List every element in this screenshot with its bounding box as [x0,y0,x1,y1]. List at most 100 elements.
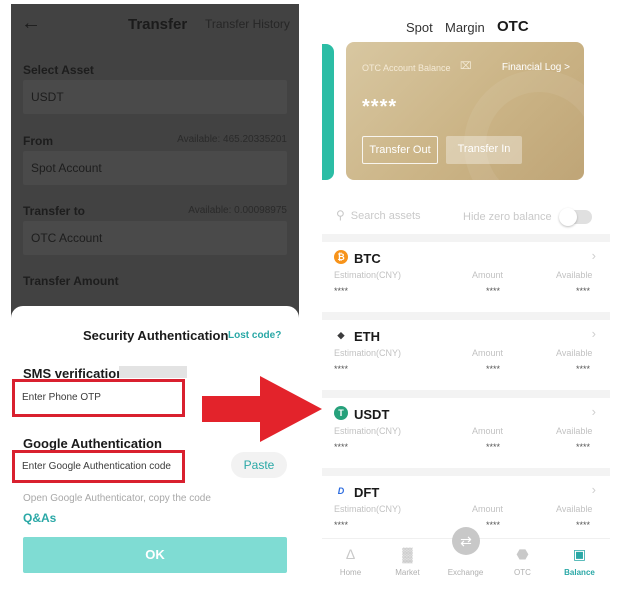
account-tabs: Spot Margin OTC [322,18,610,42]
balance-screen: Spot Margin OTC OTC Account Balance ⌧ Fi… [322,4,610,582]
balance-value: **** [362,96,398,118]
dft-icon: D [334,484,348,498]
divider [322,468,610,476]
tab-otc[interactable]: OTC [497,18,529,35]
asset-name: DFT [354,485,380,500]
asset-name: ETH [354,329,380,344]
bitcoin-icon: ₿ [334,250,348,264]
transfer-out-button[interactable]: Transfer Out [362,136,438,164]
ethereum-icon: ◆ [334,328,348,342]
asset-select[interactable]: USDT [23,80,287,114]
sms-otp-placeholder: Enter Phone OTP [22,392,101,403]
back-arrow-icon[interactable]: ← [21,13,41,33]
to-account-value: OTC Account [31,231,103,245]
divider [322,312,610,320]
financial-log-link[interactable]: Financial Log > [502,62,570,73]
available-label: Available [556,270,593,280]
available-value: **** [576,364,591,374]
chevron-right-icon: › [591,482,596,497]
google-code-input[interactable]: Enter Google Authentication code [12,450,185,483]
hide-zero-toggle[interactable] [559,208,592,226]
asset-select-value: USDT [31,90,64,104]
hide-zero-label: Hide zero balance [463,211,552,223]
chevron-right-icon: › [591,404,596,419]
asset-row-btc[interactable]: ₿ BTC › Estimation(CNY) Amount Available… [322,242,610,312]
amount-label: Amount [472,426,504,436]
tab-margin[interactable]: Margin [445,20,485,35]
divider [322,390,610,398]
asset-name: BTC [354,251,381,266]
available-value: **** [576,520,591,530]
nav-balance[interactable]: ▣ Balance [551,539,608,582]
available-value: **** [576,286,591,296]
sms-otp-input[interactable]: Enter Phone OTP [12,379,185,417]
sheet-title: Security Authentication [83,328,229,343]
tether-icon: T [334,406,348,420]
estimation-value: **** [334,286,349,296]
ok-button[interactable]: OK [23,537,287,573]
amount-label: Amount [472,270,504,280]
transfer-to-available: Available: 0.00098975 [188,205,287,216]
masked-phone-number [119,366,187,378]
security-authentication-sheet: Security Authentication Lost code? SMS v… [11,306,299,582]
otc-balance-card: OTC Account Balance ⌧ Financial Log > **… [346,42,584,180]
transfer-to-label: Transfer to [23,204,86,218]
estimation-label: Estimation(CNY) [334,348,402,358]
qa-link[interactable]: Q&As [23,511,56,525]
chevron-right-icon: › [591,326,596,341]
bottom-nav: Δ Home ▓ Market ⇄ Exchange ⇄ ⬣ OTC ▣ Bal… [322,527,610,582]
transfer-amount-label: Transfer Amount [23,274,119,288]
google-authentication-label: Google Authentication [23,436,162,451]
amount-label: Amount [472,348,504,358]
to-account-select[interactable]: OTC Account [23,221,287,255]
paste-button[interactable]: Paste [231,452,287,478]
amount-value: **** [486,442,501,452]
asset-row-eth[interactable]: ◆ ETH › Estimation(CNY) Amount Available… [322,320,610,390]
divider [322,234,610,242]
otc-icon: ⬣ [516,546,529,562]
amount-value: **** [486,286,501,296]
estimation-value: **** [334,520,349,530]
eye-hidden-icon[interactable]: ⌧ [460,61,472,72]
lost-code-link[interactable]: Lost code? [228,330,281,341]
available-label: Available [556,348,593,358]
nav-label: Home [339,568,362,577]
home-icon: Δ [345,546,356,562]
estimation-value: **** [334,442,349,452]
estimation-label: Estimation(CNY) [334,504,402,514]
search-assets-input[interactable]: ⚲ Search assets [336,208,421,222]
transfer-in-button[interactable]: Transfer In [446,136,522,164]
nav-home[interactable]: Δ Home [322,539,379,582]
market-chart-icon: ▓ [402,546,413,562]
wallet-icon: ▣ [572,546,587,562]
nav-label: Market [395,568,420,577]
google-code-placeholder: Enter Google Authentication code [22,461,171,472]
available-value: **** [576,442,591,452]
transfer-history-link[interactable]: Transfer History [205,17,290,31]
tab-spot[interactable]: Spot [406,20,433,35]
red-arrow-icon [202,376,322,442]
search-placeholder: Search assets [350,210,421,222]
balance-label: OTC Account Balance [362,63,451,73]
estimation-value: **** [334,364,349,374]
from-account-select[interactable]: Spot Account [23,151,287,185]
adjacent-account-card[interactable] [322,44,334,180]
nav-otc[interactable]: ⬣ OTC [494,539,551,582]
from-available: Available: 465.20335201 [177,134,287,145]
nav-label: OTC [514,568,531,577]
from-label: From [23,134,53,148]
available-label: Available [556,426,593,436]
google-hint-text: Open Google Authenticator, copy the code [23,493,211,504]
estimation-label: Estimation(CNY) [334,270,402,280]
transfer-header: ← Transfer Transfer History [11,4,299,44]
search-icon: ⚲ [336,208,345,222]
nav-label: Exchange [447,568,484,577]
amount-value: **** [486,364,501,374]
asset-row-usdt[interactable]: T USDT › Estimation(CNY) Amount Availabl… [322,398,610,468]
nav-label: Balance [564,568,595,577]
from-account-value: Spot Account [31,161,102,175]
exchange-icon[interactable]: ⇄ [452,527,480,555]
amount-label: Amount [472,504,504,514]
nav-market[interactable]: ▓ Market [379,539,436,582]
chevron-right-icon: › [591,248,596,263]
